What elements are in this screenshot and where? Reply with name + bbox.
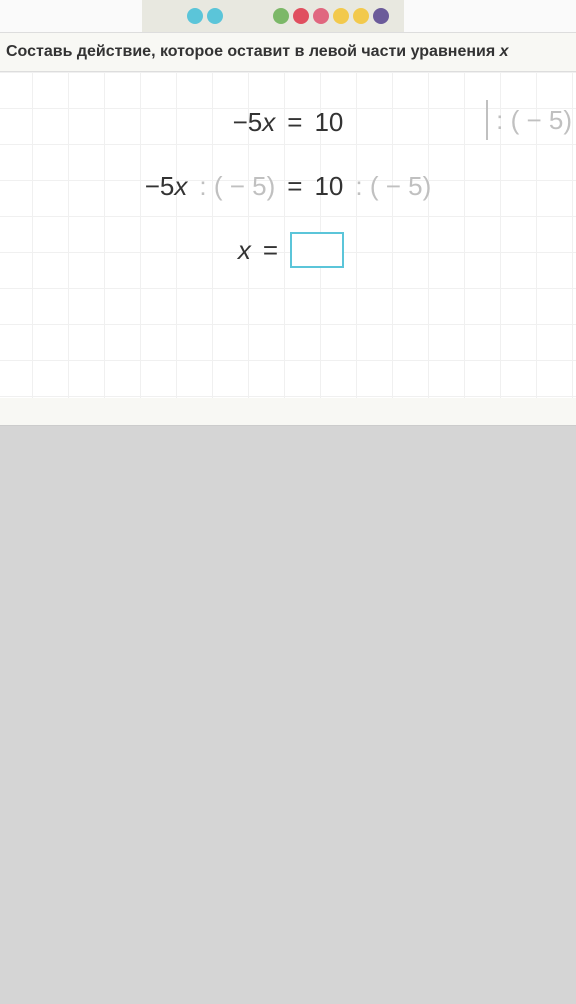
dot-icon	[373, 8, 389, 24]
dot-icon	[273, 8, 289, 24]
dot-icon	[187, 8, 203, 24]
instruction-text: Составь действие, которое оставит в лево…	[6, 43, 509, 60]
dots-left	[187, 8, 223, 24]
progress-bar	[0, 0, 576, 32]
equation-line-1: −5x = 10	[0, 102, 576, 142]
footer-strip	[0, 398, 576, 426]
answer-input[interactable]	[290, 232, 344, 268]
equation-line-2: −5x : ( − 5) = 10 : ( − 5)	[0, 166, 576, 206]
dots-right	[273, 8, 389, 24]
equation-line-3: x =	[0, 230, 576, 270]
workspace: : ( − 5) −5x = 10 −5x : ( − 5) = 10 : ( …	[0, 72, 576, 398]
dot-icon	[353, 8, 369, 24]
dot-icon	[313, 8, 329, 24]
dot-icon	[207, 8, 223, 24]
instruction-bar: Составь действие, которое оставит в лево…	[0, 32, 576, 72]
dot-icon	[333, 8, 349, 24]
dot-icon	[293, 8, 309, 24]
equation-area: : ( − 5) −5x = 10 −5x : ( − 5) = 10 : ( …	[0, 72, 576, 270]
